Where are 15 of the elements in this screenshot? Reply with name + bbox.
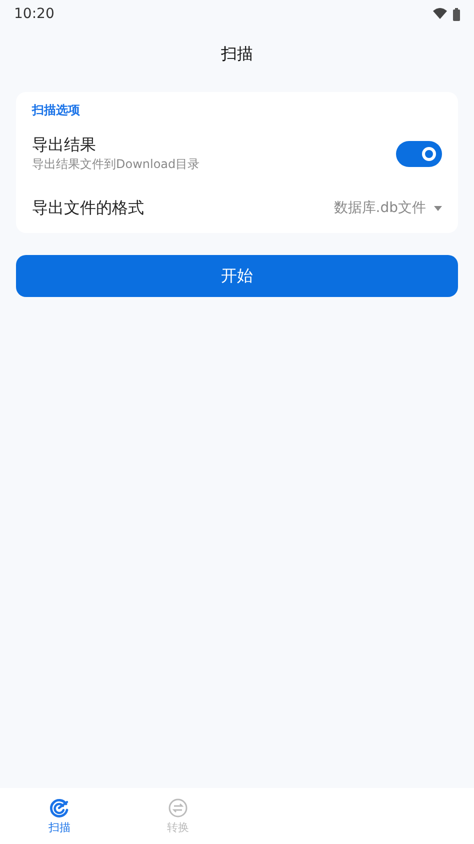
option-subtitle: 导出结果文件到Download目录: [32, 156, 200, 173]
scan-icon: [49, 798, 70, 818]
toggle-switch[interactable]: [396, 141, 442, 167]
option-label: 导出结果: [32, 135, 97, 156]
battery-icon: [453, 8, 460, 20]
swap-icon: [168, 798, 188, 818]
format-dropdown[interactable]: 数据库.db文件: [334, 199, 442, 217]
status-time: 10:20: [14, 6, 54, 22]
section-title: 扫描选项: [32, 102, 81, 119]
nav-tab[interactable]: 扫描: [0, 788, 118, 844]
page-title: 扫描: [220, 44, 254, 65]
start-button[interactable]: 开始: [16, 255, 458, 297]
option-label: 导出文件的格式: [32, 198, 144, 218]
caret-icon: [434, 206, 442, 210]
wifi-icon: [433, 8, 447, 20]
